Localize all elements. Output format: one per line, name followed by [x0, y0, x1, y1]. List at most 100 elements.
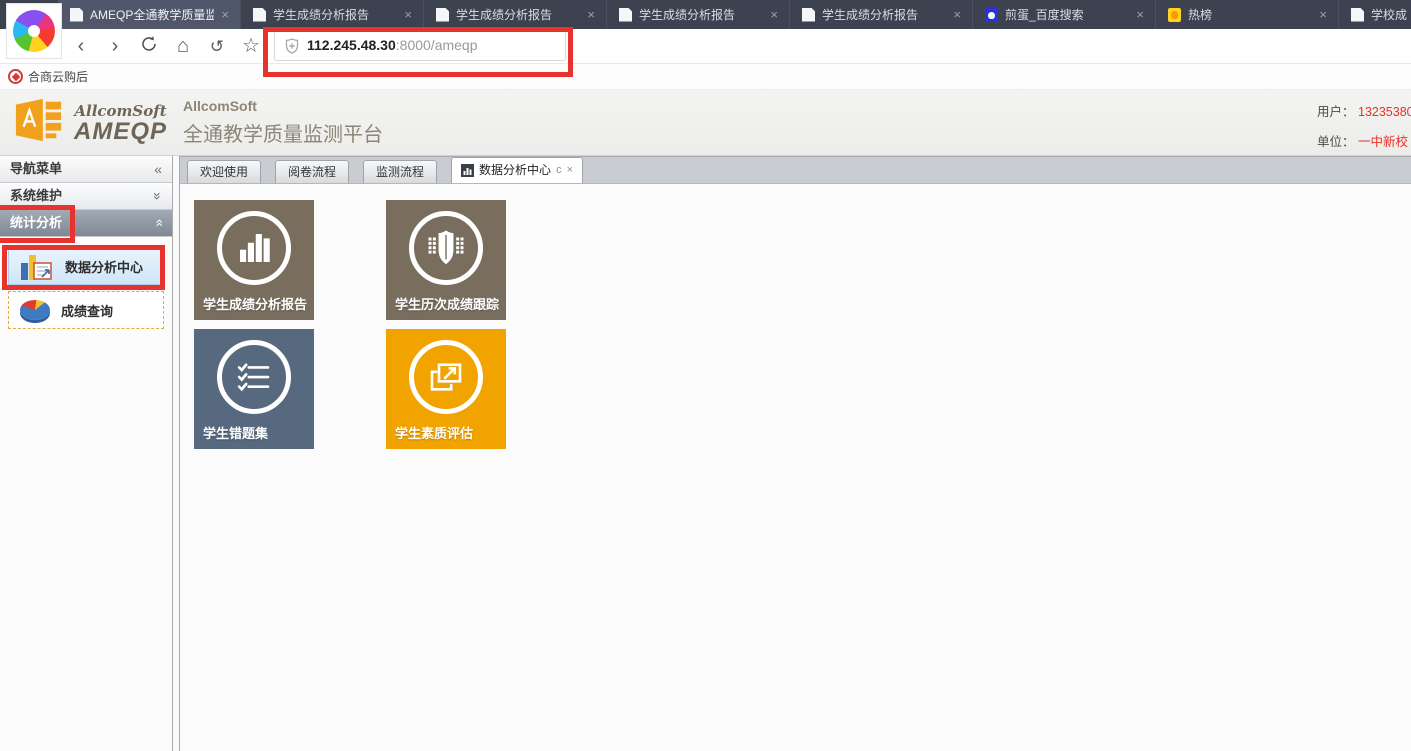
browser-tab-title: 热榜	[1188, 6, 1312, 23]
tab-close-icon[interactable]: ×	[950, 7, 964, 22]
page-icon	[70, 8, 83, 22]
tile-label: 学生错题集	[203, 423, 268, 442]
tab-close-icon[interactable]: ×	[401, 7, 415, 22]
browser-tab-bar: AMEQP全通教学质量监 × 学生成绩分析报告 × 学生成绩分析报告 × 学生成…	[0, 0, 1411, 29]
brand-wordmark: AllcomSoft AMEQP	[74, 102, 167, 144]
home-button[interactable]: ⌂	[166, 36, 200, 56]
sidebar-item-label: 数据分析中心	[65, 257, 143, 276]
tile-student-score-report[interactable]: 学生成绩分析报告	[194, 200, 314, 320]
tab-marking-process[interactable]: 阅卷流程	[275, 160, 349, 183]
tile-student-quality-assessment[interactable]: 学生素质评估	[386, 329, 506, 449]
tab-welcome[interactable]: 欢迎使用	[187, 160, 261, 183]
browser-logo[interactable]	[6, 3, 62, 59]
tab-label: 欢迎使用	[200, 165, 248, 179]
page-icon	[436, 8, 449, 22]
nav-sidebar: 导航菜单 « 系统维护 » 统计分析 » 数据分析中心	[0, 156, 173, 751]
address-bar[interactable]: 112.245.48.30:8000/ameqp	[274, 31, 566, 61]
page-icon	[619, 8, 632, 22]
chevron-down-icon: »	[145, 192, 171, 200]
browser-tab-title: AMEQP全通教学质量监	[90, 6, 214, 23]
browser-tab-title: 学生成绩分析报告	[456, 6, 580, 23]
refresh-icon	[140, 35, 158, 53]
bookmark-link[interactable]: 合商云购后	[28, 68, 88, 85]
shield-grid-icon	[409, 211, 483, 285]
page-icon	[802, 8, 815, 22]
unit-label: 单位：	[1317, 135, 1355, 149]
browser-tabs: AMEQP全通教学质量监 × 学生成绩分析报告 × 学生成绩分析报告 × 学生成…	[58, 0, 1411, 29]
page-icon	[1351, 8, 1364, 22]
sidebar-item-data-analysis-center[interactable]: 数据分析中心	[8, 247, 164, 285]
tile-student-wrong-question-set[interactable]: 学生错题集	[194, 329, 314, 449]
undo-button[interactable]: ↺	[200, 38, 234, 55]
brand-script-text: AllcomSoft	[74, 102, 167, 120]
security-shield-icon	[285, 38, 299, 54]
sidebar-group-system[interactable]: 系统维护 »	[0, 183, 172, 210]
tab-close-icon[interactable]: ×	[218, 7, 232, 22]
bookmark-bar: 合商云购后	[0, 64, 1411, 90]
tab-close-icon[interactable]: ×	[1316, 7, 1330, 22]
refresh-button[interactable]	[132, 35, 166, 57]
browser-tab-report-1[interactable]: 学生成绩分析报告 ×	[241, 0, 424, 29]
group-label: 统计分析	[10, 210, 62, 236]
tab-label: 数据分析中心	[479, 158, 551, 183]
chevron-up-icon: »	[145, 219, 171, 227]
sidebar-title-bar: 导航菜单 «	[0, 156, 172, 183]
tab-close-icon[interactable]: ×	[584, 7, 598, 22]
platform-title-block: AllcomSoft 全通教学质量监测平台	[183, 98, 383, 147]
browser-tab-title: 学生成绩分析报告	[822, 6, 946, 23]
browser-tab-report-4[interactable]: 学生成绩分析报告 ×	[790, 0, 973, 29]
workspace-tab-bar: 欢迎使用 阅卷流程 监测流程 数据分析中心 c ×	[180, 156, 1411, 184]
tab-close-icon[interactable]: ×	[1133, 7, 1147, 22]
browser-tab-school[interactable]: 学校成	[1339, 0, 1411, 29]
platform-name: 全通教学质量监测平台	[183, 118, 383, 147]
pie-chart-icon	[20, 300, 50, 320]
url-host: 112.245.48.30	[307, 37, 396, 53]
sidebar-items: 数据分析中心 成绩查询	[0, 237, 172, 329]
browser-tab-baidu[interactable]: 煎蛋_百度搜索 ×	[973, 0, 1156, 29]
ameqp-logo-icon	[14, 97, 64, 148]
forward-button[interactable]: ›	[98, 36, 132, 56]
tab-label: 阅卷流程	[288, 165, 336, 179]
browser-tab-title: 学生成绩分析报告	[639, 6, 763, 23]
tab-refresh-icon[interactable]: c	[556, 158, 562, 183]
unit-value: 一中新校	[1358, 135, 1408, 149]
tab-close-icon[interactable]: ×	[767, 7, 781, 22]
page-icon	[253, 8, 266, 22]
sidebar-item-score-query[interactable]: 成绩查询	[8, 291, 164, 329]
external-link-icon	[409, 340, 483, 414]
unit-row: 单位： 一中新校	[1317, 131, 1411, 150]
bar-chart-icon	[20, 251, 54, 281]
company-name: AllcomSoft	[183, 98, 383, 114]
app-header: AllcomSoft AMEQP AllcomSoft 全通教学质量监测平台 用…	[0, 90, 1411, 156]
sidebar-collapse-icon[interactable]: «	[154, 156, 162, 182]
user-value: 13235380	[1358, 105, 1411, 119]
browser-tab-report-3[interactable]: 学生成绩分析报告 ×	[607, 0, 790, 29]
tab-label: 监测流程	[376, 165, 424, 179]
tile-label: 学生成绩分析报告	[203, 294, 307, 313]
tab-monitor-process[interactable]: 监测流程	[363, 160, 437, 183]
browser-tab-ameqp[interactable]: AMEQP全通教学质量监 ×	[58, 0, 241, 29]
browser-tab-hot[interactable]: 热榜 ×	[1156, 0, 1339, 29]
browser-tab-title: 煎蛋_百度搜索	[1005, 6, 1129, 23]
baidu-icon	[985, 8, 998, 22]
url-text: 112.245.48.30:8000/ameqp	[307, 37, 478, 55]
user-info: 用户： 13235380 单位： 一中新校	[1317, 101, 1411, 161]
sidebar-group-statistics[interactable]: 统计分析 »	[0, 210, 172, 237]
checklist-icon	[217, 340, 291, 414]
tab-data-analysis-center[interactable]: 数据分析中心 c ×	[451, 157, 583, 183]
sidebar-splitter[interactable]	[173, 156, 180, 751]
back-button[interactable]: ‹	[64, 36, 98, 56]
tile-student-score-tracking[interactable]: 学生历次成绩跟踪	[386, 200, 506, 320]
launcher-tile-grid: 学生成绩分析报告	[180, 184, 1411, 449]
hot-list-icon	[1168, 8, 1181, 22]
bar-chart-icon	[217, 211, 291, 285]
user-label: 用户：	[1317, 105, 1355, 119]
bookmark-star-button[interactable]: ☆	[234, 36, 268, 56]
browser-tab-report-2[interactable]: 学生成绩分析报告 ×	[424, 0, 607, 29]
tab-close-icon[interactable]: ×	[567, 158, 573, 183]
mini-bar-chart-icon	[461, 164, 474, 177]
group-label: 系统维护	[10, 183, 62, 209]
bookmark-site-icon	[8, 69, 23, 84]
main-area: 欢迎使用 阅卷流程 监测流程 数据分析中心 c ×	[180, 156, 1411, 751]
browser-tab-title: 学生成绩分析报告	[273, 6, 397, 23]
